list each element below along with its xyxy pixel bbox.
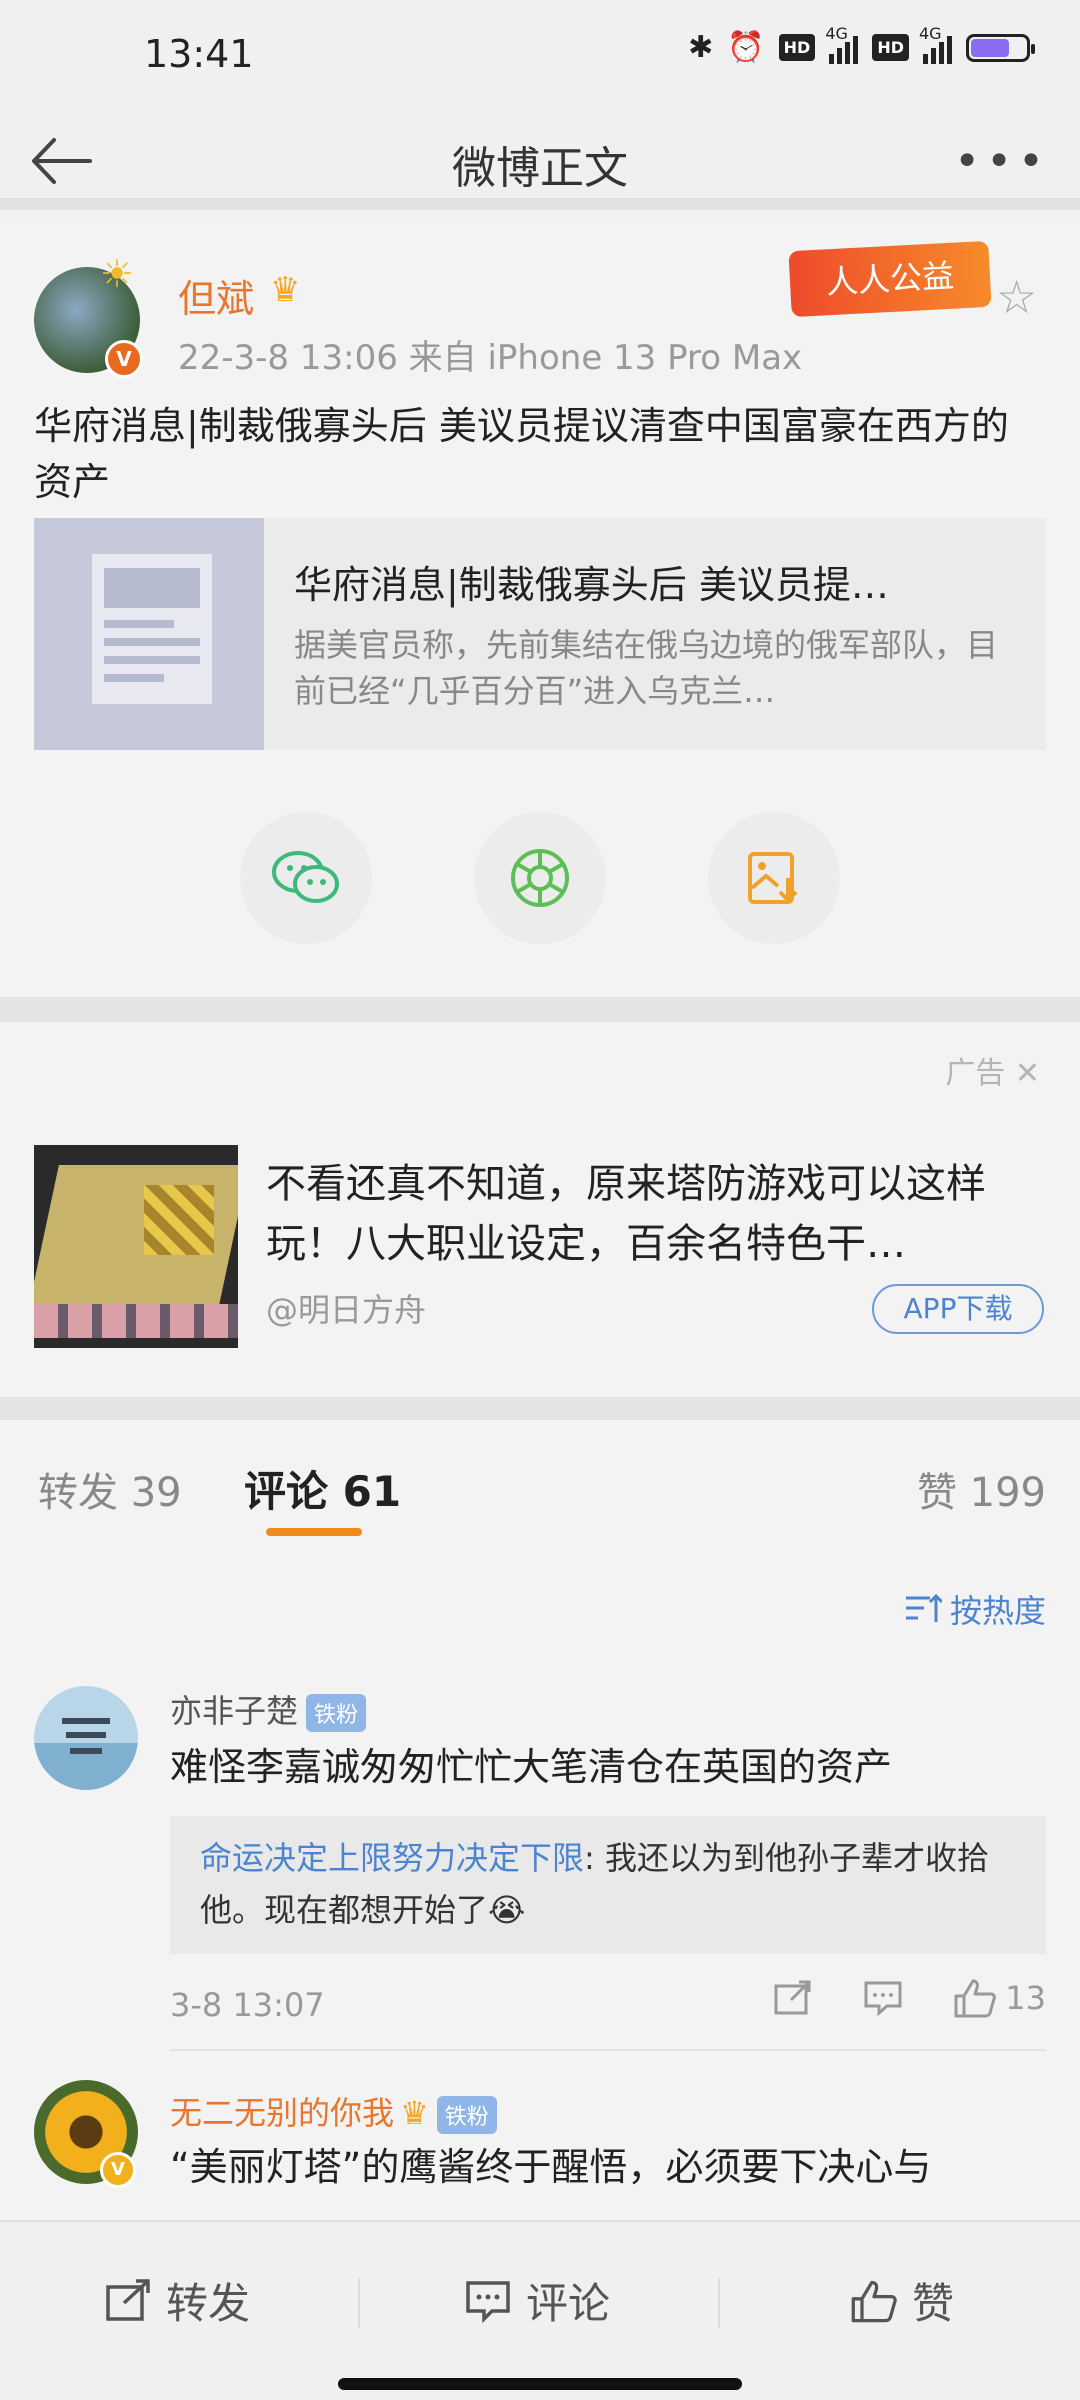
ad-card[interactable]: 广告 ✕ 不看还真不知道，原来塔防游戏可以这样玩！八大职业设定，百余名特色干… …: [0, 1022, 1080, 1397]
tab-bar: 转发 39 评论 61 赞 199: [0, 1420, 1080, 1540]
share-row: [0, 812, 1080, 952]
thumbs-up-icon: [851, 2280, 897, 2322]
link-card-description: 据美官员称，先前集结在俄乌边境的俄军部队，目前已经“几乎百分百”进入乌克兰…: [294, 626, 999, 710]
reply-preview[interactable]: 命运决定上限努力决定下限: 我还以为到他孙子辈才收拾他。现在都想开始了😭: [170, 1816, 1046, 1954]
comment-text: “美丽灯塔”的鹰酱终于醒悟，必须要下决心与: [170, 2145, 932, 2189]
comment-actions: 13: [773, 1978, 1046, 2018]
commenter-name[interactable]: 无二无别的你我 ♛ 铁粉: [170, 2088, 497, 2134]
post-text: 华府消息|制裁俄寡头后 美议员提议清查中国富豪在西方的资产: [34, 404, 1009, 504]
like-button[interactable]: 赞: [850, 2270, 954, 2331]
status-bar: 13:41 ✱ ⏰ HD 4G HD 4G: [0, 0, 1080, 110]
public-welfare-badge[interactable]: 人人公益: [788, 240, 992, 318]
separator: [358, 2278, 360, 2328]
verified-icon: V: [105, 340, 143, 378]
section-divider: [0, 997, 1080, 1023]
tab-repost[interactable]: 转发 39: [38, 1460, 182, 1518]
sun-icon: ☀: [100, 252, 135, 296]
verified-icon: V: [100, 2152, 136, 2188]
moments-icon[interactable]: [474, 812, 606, 944]
ad-source[interactable]: @明日方舟: [266, 1285, 426, 1331]
ad-thumbnail[interactable]: [34, 1145, 238, 1348]
reply-user[interactable]: 命运决定上限努力决定下限: [200, 1839, 584, 1877]
comment-text: 难怪李嘉诚匆匆忙忙大笔清仓在英国的资产: [170, 1745, 893, 1789]
author-name[interactable]: 但斌: [178, 268, 254, 323]
bottom-action-bar: 转发 评论 赞: [0, 2220, 1080, 2400]
more-dots-icon[interactable]: •••: [954, 136, 1050, 187]
page-title: 微博正文: [452, 143, 628, 194]
battery-icon: [966, 33, 1035, 62]
status-time: 13:41: [144, 32, 254, 76]
hd-badge: HD: [872, 34, 909, 61]
nav-bar: 微博正文 •••: [0, 110, 1080, 210]
signal-icon: 4G: [825, 24, 859, 64]
link-card-title: 华府消息|制裁俄寡头后 美议员提…: [294, 563, 889, 607]
tab-comment[interactable]: 评论 61: [244, 1458, 401, 1519]
hd-badge: HD: [778, 34, 816, 61]
repost-button[interactable]: 转发: [104, 2270, 250, 2331]
comment-icon: [466, 2280, 510, 2323]
save-image-icon[interactable]: [708, 812, 840, 944]
post-meta: 22-3-8 13:06 来自 iPhone 13 Pro Max: [178, 338, 803, 378]
repost-icon: [106, 2278, 150, 2321]
section-divider: [0, 1397, 1080, 1420]
ad-label[interactable]: 广告 ✕: [945, 1048, 1040, 1092]
alarm-icon: ⏰: [727, 30, 765, 65]
commenter-name[interactable]: 亦非子楚 铁粉: [170, 1686, 367, 1732]
comment-divider: [170, 2049, 1046, 2051]
fan-badge: 铁粉: [436, 2096, 497, 2134]
sort-button[interactable]: 按热度: [904, 1586, 1046, 1632]
article-thumbnail-icon: [34, 518, 264, 750]
post: ☀ V 但斌 ♛ 22-3-8 13:06 来自 iPhone 13 Pro M…: [0, 222, 1080, 997]
star-icon[interactable]: ☆: [996, 270, 1037, 324]
repost-icon[interactable]: [773, 1980, 813, 2016]
separator: [718, 2278, 720, 2328]
like-button[interactable]: 13: [953, 1978, 1046, 2018]
commenter-avatar[interactable]: [34, 1686, 138, 1790]
crown-icon: ♛: [270, 270, 301, 310]
home-indicator[interactable]: [338, 2378, 742, 2390]
ad-text: 不看还真不知道，原来塔防游戏可以这样玩！八大职业设定，百余名特色干…: [266, 1161, 986, 1267]
link-card[interactable]: 华府消息|制裁俄寡头后 美议员提… 据美官员称，先前集结在俄乌边境的俄军部队，目…: [34, 518, 1046, 750]
close-icon[interactable]: ✕: [1015, 1056, 1040, 1091]
crown-icon: ♛: [400, 2094, 429, 2132]
bluetooth-icon: ✱: [688, 30, 714, 65]
signal-icon: 4G: [919, 24, 952, 64]
wechat-icon[interactable]: [240, 812, 372, 944]
sort-icon: [905, 1593, 942, 1622]
comment-list: 按热度 亦非子楚 铁粉 难怪李嘉诚匆匆忙忙大笔清仓在英国的资产 命运决定上限努力决…: [0, 1540, 1080, 2220]
comment-button[interactable]: 评论: [464, 2270, 610, 2331]
app-download-button[interactable]: APP下载: [872, 1284, 1044, 1334]
thumbs-up-icon: [954, 1979, 997, 2018]
tab-active-indicator: [266, 1528, 362, 1536]
fan-badge: 铁粉: [306, 1694, 367, 1732]
status-icons: ✱ ⏰ HD 4G HD 4G: [688, 24, 1035, 65]
like-count: 13: [1005, 1979, 1046, 2017]
comment-time: 3-8 13:07: [170, 1986, 325, 2024]
tab-like[interactable]: 赞 199: [917, 1460, 1046, 1518]
comment-icon[interactable]: [863, 1980, 903, 2016]
